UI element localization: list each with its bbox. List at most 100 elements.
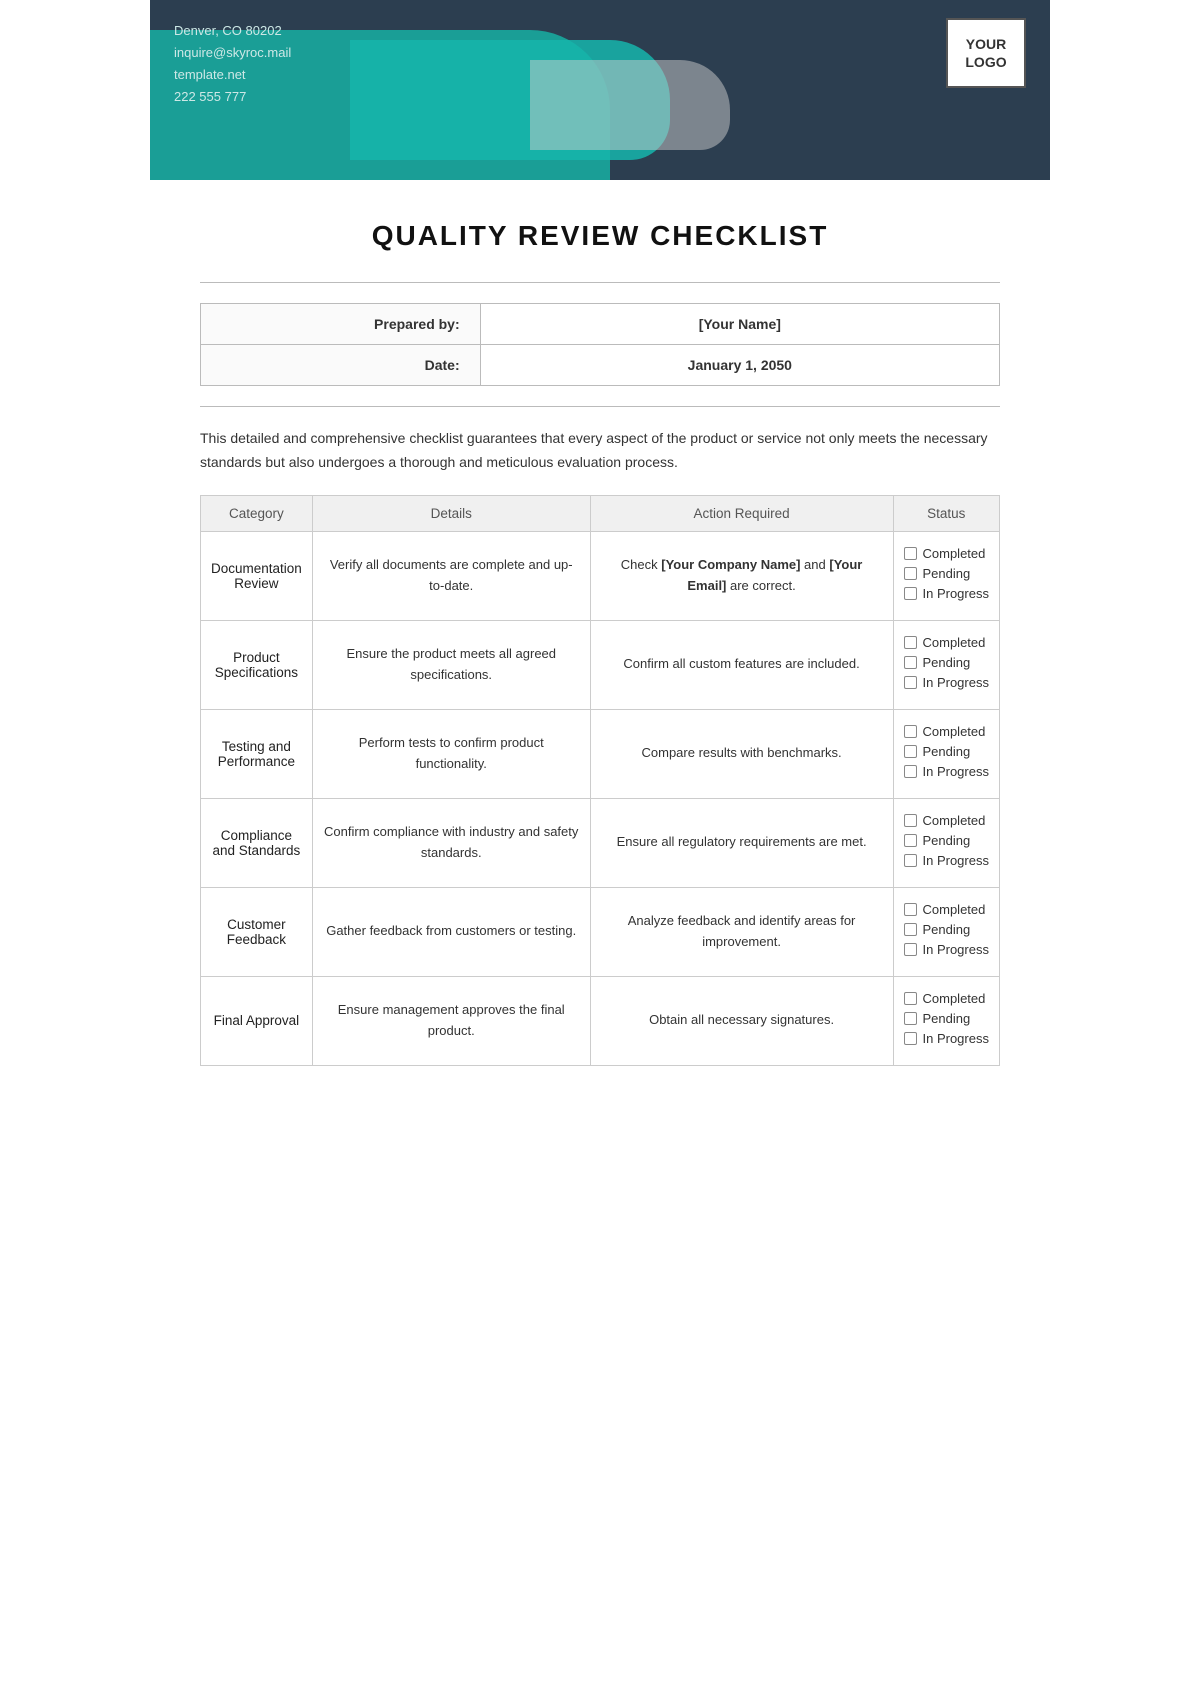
list-item[interactable]: Pending bbox=[904, 833, 990, 848]
checkbox-icon[interactable] bbox=[904, 834, 917, 847]
status-cell: Completed Pending In Progress bbox=[893, 531, 1000, 620]
details-cell: Perform tests to confirm product functio… bbox=[312, 709, 590, 798]
list-item[interactable]: In Progress bbox=[904, 675, 990, 690]
col-header-details: Details bbox=[312, 495, 590, 531]
status-label: In Progress bbox=[923, 1031, 989, 1046]
category-cell: Compliance and Standards bbox=[201, 798, 313, 887]
list-item[interactable]: In Progress bbox=[904, 764, 990, 779]
status-label: Pending bbox=[923, 744, 971, 759]
category-cell: Documentation Review bbox=[201, 531, 313, 620]
checkbox-icon[interactable] bbox=[904, 636, 917, 649]
action-cell: Check [Your Company Name] and [Your Emai… bbox=[590, 531, 893, 620]
checkbox-icon[interactable] bbox=[904, 854, 917, 867]
email: inquire@skyroc.mail bbox=[174, 42, 291, 64]
status-cell: Completed Pending In Progress bbox=[893, 798, 1000, 887]
page-header: Denver, CO 80202 inquire@skyroc.mail tem… bbox=[150, 0, 1050, 180]
checkbox-icon[interactable] bbox=[904, 1032, 917, 1045]
checkbox-icon[interactable] bbox=[904, 676, 917, 689]
list-item[interactable]: Completed bbox=[904, 546, 990, 561]
status-label: Pending bbox=[923, 833, 971, 848]
status-cell: Completed Pending In Progress bbox=[893, 709, 1000, 798]
checkbox-icon[interactable] bbox=[904, 814, 917, 827]
status-label: Pending bbox=[923, 1011, 971, 1026]
date-value: January 1, 2050 bbox=[480, 345, 999, 386]
checkbox-icon[interactable] bbox=[904, 567, 917, 580]
list-item[interactable]: Completed bbox=[904, 902, 990, 917]
status-cell: Completed Pending In Progress bbox=[893, 976, 1000, 1065]
status-label: Pending bbox=[923, 566, 971, 581]
action-cell: Obtain all necessary signatures. bbox=[590, 976, 893, 1065]
list-item[interactable]: Pending bbox=[904, 655, 990, 670]
col-header-category: Category bbox=[201, 495, 313, 531]
website: template.net bbox=[174, 64, 291, 86]
category-cell: Testing and Performance bbox=[201, 709, 313, 798]
description-text: This detailed and comprehensive checklis… bbox=[200, 427, 1000, 475]
details-cell: Ensure the product meets all agreed spec… bbox=[312, 620, 590, 709]
date-label: Date: bbox=[201, 345, 481, 386]
company-logo: YOURLOGO bbox=[946, 18, 1026, 88]
checkbox-icon[interactable] bbox=[904, 992, 917, 1005]
status-label: In Progress bbox=[923, 764, 989, 779]
document-title: QUALITY REVIEW CHECKLIST bbox=[200, 220, 1000, 252]
table-row: Testing and PerformancePerform tests to … bbox=[201, 709, 1000, 798]
phone: 222 555 777 bbox=[174, 86, 291, 108]
list-item[interactable]: Pending bbox=[904, 566, 990, 581]
table-row: Documentation ReviewVerify all documents… bbox=[201, 531, 1000, 620]
category-cell: Final Approval bbox=[201, 976, 313, 1065]
list-item[interactable]: In Progress bbox=[904, 942, 990, 957]
table-header-row: Category Details Action Required Status bbox=[201, 495, 1000, 531]
list-item[interactable]: Completed bbox=[904, 813, 990, 828]
status-label: Completed bbox=[923, 546, 986, 561]
details-cell: Confirm compliance with industry and saf… bbox=[312, 798, 590, 887]
prepared-by-value: [Your Name] bbox=[480, 304, 999, 345]
list-item[interactable]: Pending bbox=[904, 1011, 990, 1026]
list-item[interactable]: In Progress bbox=[904, 586, 990, 601]
table-row: Final ApprovalEnsure management approves… bbox=[201, 976, 1000, 1065]
prepared-by-label: Prepared by: bbox=[201, 304, 481, 345]
list-item[interactable]: Pending bbox=[904, 744, 990, 759]
col-header-action: Action Required bbox=[590, 495, 893, 531]
divider-1 bbox=[200, 282, 1000, 283]
status-label: In Progress bbox=[923, 942, 989, 957]
checkbox-icon[interactable] bbox=[904, 923, 917, 936]
contact-info: Denver, CO 80202 inquire@skyroc.mail tem… bbox=[174, 20, 291, 108]
checkbox-icon[interactable] bbox=[904, 656, 917, 669]
status-label: Completed bbox=[923, 902, 986, 917]
status-label: Completed bbox=[923, 724, 986, 739]
status-label: In Progress bbox=[923, 675, 989, 690]
list-item[interactable]: In Progress bbox=[904, 1031, 990, 1046]
action-cell: Compare results with benchmarks. bbox=[590, 709, 893, 798]
divider-2 bbox=[200, 406, 1000, 407]
checkbox-icon[interactable] bbox=[904, 725, 917, 738]
list-item[interactable]: Completed bbox=[904, 724, 990, 739]
status-label: In Progress bbox=[923, 586, 989, 601]
category-cell: Customer Feedback bbox=[201, 887, 313, 976]
table-row: Compliance and StandardsConfirm complian… bbox=[201, 798, 1000, 887]
status-cell: Completed Pending In Progress bbox=[893, 620, 1000, 709]
action-cell: Confirm all custom features are included… bbox=[590, 620, 893, 709]
checkbox-icon[interactable] bbox=[904, 745, 917, 758]
checkbox-icon[interactable] bbox=[904, 1012, 917, 1025]
status-cell: Completed Pending In Progress bbox=[893, 887, 1000, 976]
details-cell: Verify all documents are complete and up… bbox=[312, 531, 590, 620]
status-label: Completed bbox=[923, 635, 986, 650]
wave-3 bbox=[530, 60, 730, 150]
main-content: QUALITY REVIEW CHECKLIST Prepared by: [Y… bbox=[150, 180, 1050, 1126]
prepared-by-row: Prepared by: [Your Name] bbox=[201, 304, 1000, 345]
status-label: Pending bbox=[923, 655, 971, 670]
list-item[interactable]: Completed bbox=[904, 991, 990, 1006]
checkbox-icon[interactable] bbox=[904, 943, 917, 956]
table-row: Product SpecificationsEnsure the product… bbox=[201, 620, 1000, 709]
list-item[interactable]: In Progress bbox=[904, 853, 990, 868]
list-item[interactable]: Completed bbox=[904, 635, 990, 650]
checkbox-icon[interactable] bbox=[904, 903, 917, 916]
checkbox-icon[interactable] bbox=[904, 547, 917, 560]
status-label: Pending bbox=[923, 922, 971, 937]
details-cell: Gather feedback from customers or testin… bbox=[312, 887, 590, 976]
status-label: Completed bbox=[923, 813, 986, 828]
details-cell: Ensure management approves the final pro… bbox=[312, 976, 590, 1065]
checkbox-icon[interactable] bbox=[904, 765, 917, 778]
list-item[interactable]: Pending bbox=[904, 922, 990, 937]
address: Denver, CO 80202 bbox=[174, 20, 291, 42]
checkbox-icon[interactable] bbox=[904, 587, 917, 600]
